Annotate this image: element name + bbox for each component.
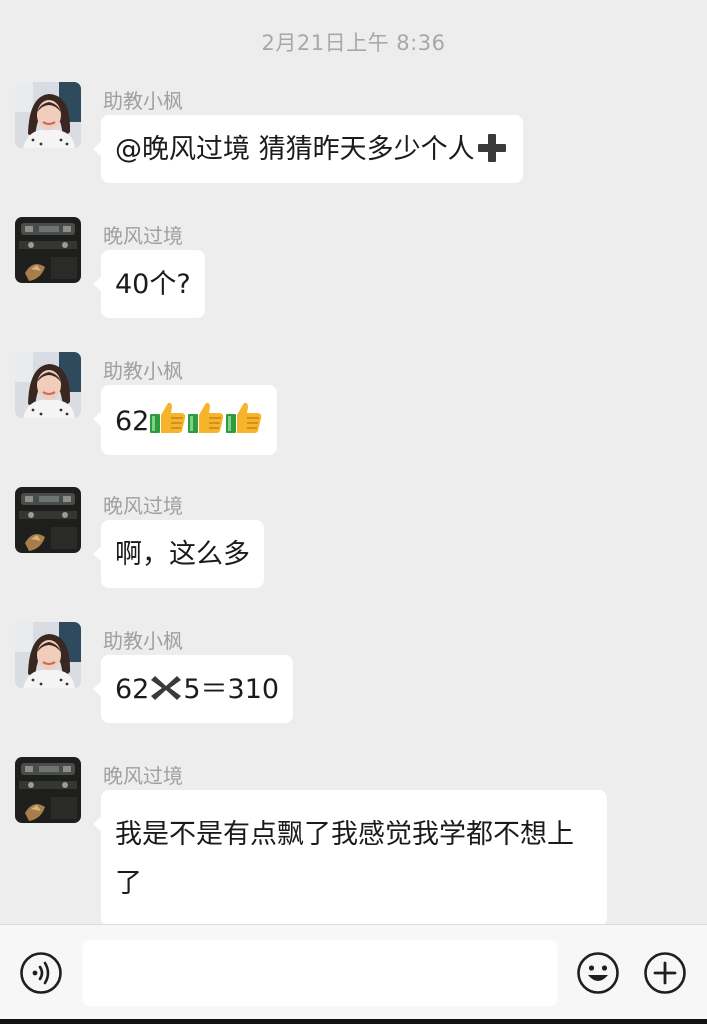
message-bubble[interactable]: 啊，这么多: [93, 520, 264, 588]
message-bubble[interactable]: 62: [92, 385, 278, 455]
student-avatar[interactable]: [15, 487, 81, 553]
plus-icon[interactable]: [643, 951, 687, 995]
teacher-avatar[interactable]: [15, 622, 81, 688]
message-text: @晚风过境 猜猜昨天多少个人: [115, 134, 475, 165]
thumbs-up-icon: [187, 401, 225, 435]
message-timestamp: 2月21日上午 8:36: [261, 31, 446, 55]
message-bubble[interactable]: 40个?: [93, 250, 205, 318]
message-text-after: 5＝310: [183, 674, 280, 705]
heavy-plus-sign-icon: [475, 133, 509, 163]
voice-icon[interactable]: [19, 951, 63, 995]
message-text-before: 62: [115, 674, 150, 705]
thumbs-up-icon: [225, 401, 263, 435]
message-text: 62: [115, 406, 150, 437]
teacher-avatar[interactable]: [15, 352, 81, 418]
student-avatar[interactable]: [15, 217, 81, 283]
sender-name: 晚风过境: [103, 224, 183, 248]
teacher-avatar[interactable]: [15, 82, 81, 148]
message-text: 啊，这么多: [115, 539, 250, 570]
student-avatar[interactable]: [15, 757, 81, 823]
emoji-icon[interactable]: [576, 951, 620, 995]
input-bar: [0, 924, 707, 1024]
message-bubble[interactable]: @晚风过境 猜猜昨天多少个人: [93, 115, 523, 183]
screen-bottom-edge: [0, 1019, 707, 1024]
sender-name: 晚风过境: [103, 494, 183, 518]
message-input[interactable]: [83, 940, 557, 1006]
sender-name: 晚风过境: [103, 764, 183, 788]
message-text: 40个?: [115, 269, 191, 300]
chat-screen: 2月21日上午 8:36 助教小枫 @晚风过境 猜猜昨天多少个人 晚风过境 40…: [0, 0, 707, 1024]
sender-name: 助教小枫: [103, 359, 183, 383]
message-text: 我是不是有点飘了我感觉我学都不想上了: [115, 819, 574, 899]
sender-name: 助教小枫: [103, 89, 183, 113]
message-bubble[interactable]: 62 5＝310: [92, 655, 294, 723]
sender-name: 助教小枫: [103, 629, 183, 653]
heavy-multiplication-x-icon: [149, 673, 183, 703]
message-bubble[interactable]: 我是不是有点飘了我感觉我学都不想上了: [93, 790, 607, 926]
thumbs-up-icon: [149, 401, 187, 435]
